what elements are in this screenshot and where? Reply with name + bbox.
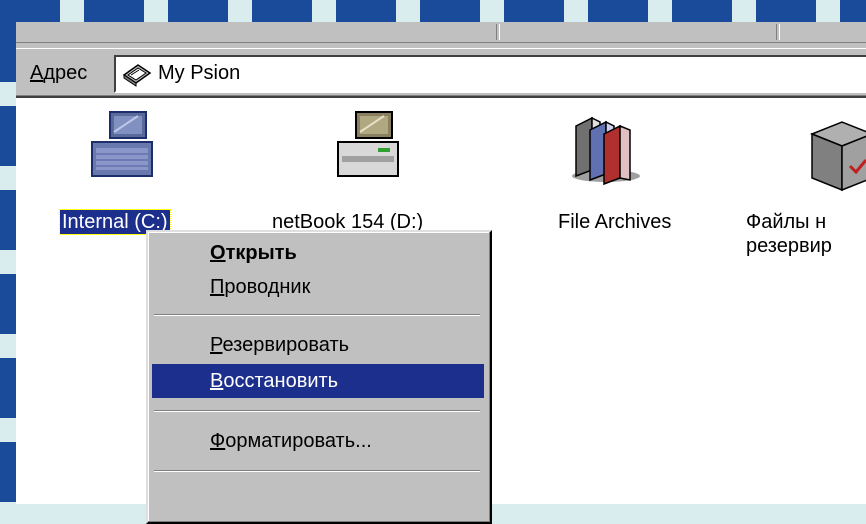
backup-files-icon (809, 121, 866, 192)
item-label: Файлы н (746, 211, 827, 233)
menu-item-explorer[interactable]: Проводник (152, 270, 484, 304)
item-label: резервир (746, 235, 832, 257)
menu-item-restore[interactable]: Восстановить (152, 364, 484, 398)
address-label: Адрес (30, 62, 88, 84)
menu-separator (154, 314, 480, 316)
decorative-frame-left (0, 22, 16, 504)
menu-item-open[interactable]: Открыть (152, 236, 484, 270)
address-value: My Psion (158, 62, 241, 84)
decorative-frame-top (0, 0, 866, 22)
address-input[interactable]: My Psion (114, 55, 866, 93)
toolbar-separator (776, 24, 780, 40)
menu-item-format[interactable]: Форматировать... (152, 424, 484, 458)
item-label: File Archives (558, 211, 672, 233)
toolbar-separator (496, 24, 500, 40)
address-bar: Адрес My Psion (16, 48, 866, 96)
menu-separator (154, 470, 480, 472)
context-menu: Открыть Проводник Резервировать Восстано… (146, 230, 492, 524)
toolbar-strip (16, 22, 866, 43)
menu-item-backup[interactable]: Резервировать (152, 328, 484, 362)
drive-d-icon (337, 111, 399, 177)
drive-c-icon (91, 111, 153, 177)
file-archives-icon (572, 116, 640, 186)
psion-device-icon (122, 64, 152, 87)
menu-separator (154, 410, 480, 412)
